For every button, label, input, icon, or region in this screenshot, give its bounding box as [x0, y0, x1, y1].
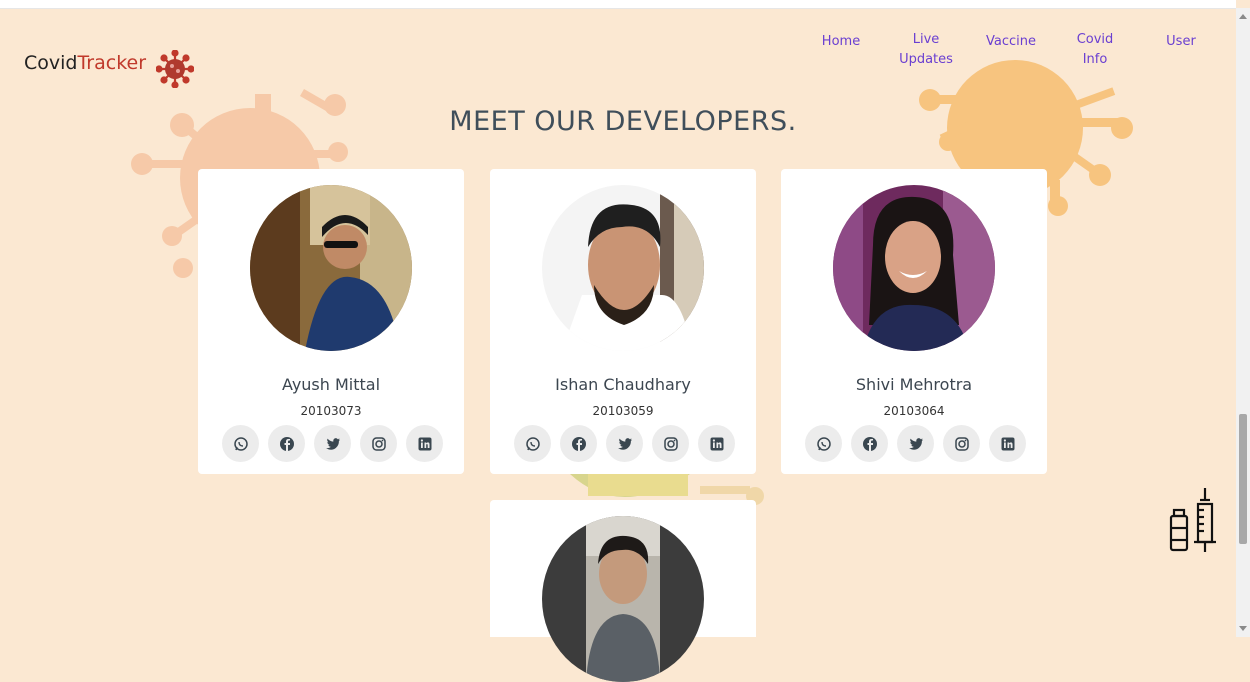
nav-vaccine[interactable]: Vaccine	[980, 32, 1042, 52]
developer-card: Shivi Mehrotra 20103064	[781, 169, 1047, 474]
nav-user-label: User	[1166, 34, 1196, 49]
section-title: MEET OUR DEVELOPERS.	[449, 106, 797, 137]
instagram-icon[interactable]	[360, 425, 397, 462]
linkedin-icon[interactable]	[406, 425, 443, 462]
developer-card: Ishan Chaudhary 20103059	[490, 169, 756, 474]
brand-name-part1: Covid	[24, 52, 78, 74]
developer-roll-number: 20103064	[883, 404, 945, 418]
social-links	[805, 425, 1026, 462]
scroll-up-arrow-icon[interactable]	[1239, 14, 1247, 19]
twitter-icon[interactable]	[314, 425, 351, 462]
developer-name: Ayush Mittal	[281, 375, 381, 394]
brand-logo[interactable]: CovidTracker	[24, 52, 146, 74]
developer-card	[490, 500, 756, 682]
scroll-thumb[interactable]	[1239, 414, 1247, 544]
avatar	[542, 185, 704, 351]
social-links	[222, 425, 443, 462]
avatar	[250, 185, 412, 351]
whatsapp-icon[interactable]	[514, 425, 551, 462]
linkedin-icon[interactable]	[989, 425, 1026, 462]
nav-live-updates-label-2: Updates	[899, 52, 953, 67]
nav-covid-info-label-1: Covid	[1076, 32, 1114, 47]
nav-covid-info-label-2: Info	[1082, 52, 1108, 67]
virus-icon	[156, 50, 194, 88]
developer-card: Ayush Mittal 20103073	[198, 169, 464, 474]
facebook-icon[interactable]	[560, 425, 597, 462]
social-links	[514, 425, 735, 462]
linkedin-icon[interactable]	[698, 425, 735, 462]
nav-home[interactable]: Home	[818, 32, 864, 52]
avatar	[833, 185, 995, 351]
avatar	[542, 516, 704, 682]
twitter-icon[interactable]	[606, 425, 643, 462]
page-scrollbar[interactable]	[1236, 8, 1250, 637]
nav-live-updates-label-1: Live	[912, 32, 940, 47]
brand-name-part2: Tracker	[77, 52, 147, 74]
whatsapp-icon[interactable]	[222, 425, 259, 462]
nav-home-label: Home	[821, 34, 861, 49]
instagram-icon[interactable]	[652, 425, 689, 462]
nav-live-updates[interactable]: Live Updates	[894, 30, 958, 70]
facebook-icon[interactable]	[268, 425, 305, 462]
nav-user[interactable]: User	[1162, 32, 1200, 52]
developer-roll-number: 20103059	[592, 404, 654, 418]
nav-covid-info[interactable]: Covid Info	[1072, 30, 1118, 70]
scroll-down-arrow-icon[interactable]	[1239, 626, 1247, 631]
developer-roll-number: 20103073	[300, 404, 362, 418]
instagram-icon[interactable]	[943, 425, 980, 462]
nav-vaccine-label: Vaccine	[986, 34, 1036, 49]
whatsapp-icon[interactable]	[805, 425, 842, 462]
facebook-icon[interactable]	[851, 425, 888, 462]
twitter-icon[interactable]	[897, 425, 934, 462]
vaccine-icon[interactable]	[1168, 486, 1220, 554]
developer-name: Shivi Mehrotra	[855, 375, 973, 394]
developer-name: Ishan Chaudhary	[555, 375, 691, 394]
